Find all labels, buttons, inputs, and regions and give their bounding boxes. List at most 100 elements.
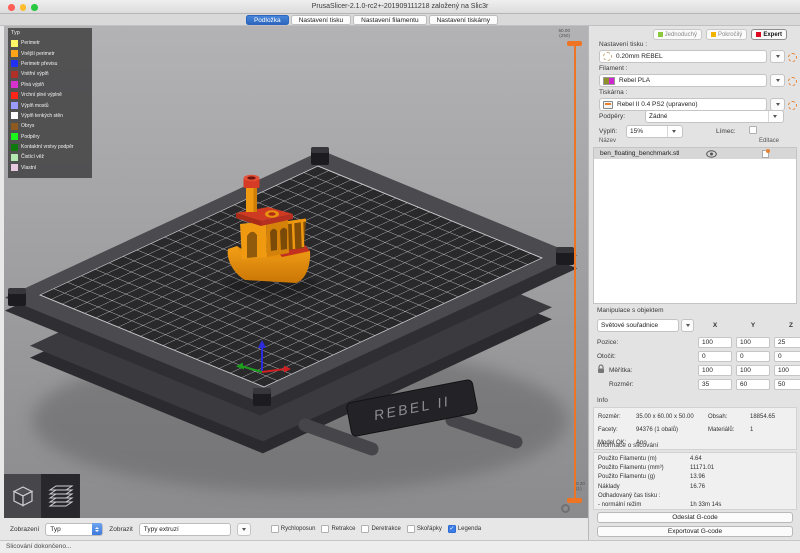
slider-settings-icon[interactable] [561,504,570,513]
layer-slider[interactable] [574,46,576,498]
axis-header-y: Y [736,322,770,329]
legend-item: Výplň tenkých stěn [11,111,92,121]
show-select-dropdown-button[interactable] [237,523,251,536]
edit-column-header: Editace [759,138,779,144]
chevron-down-icon [768,111,780,122]
show-select[interactable]: Typy extruzí [139,523,231,536]
object-list[interactable]: ben_floating_benchmark.stl [593,147,797,304]
print-settings-gear-icon[interactable] [788,53,797,62]
status-bar: Slicování dokončeno... [0,540,800,553]
tab-plater[interactable]: Podložka [246,15,289,25]
printer-gear-icon[interactable] [788,101,797,110]
scale-label: Měřítka: [609,367,632,374]
mode-switcher: Jednoduchý Pokročilý Expert [653,29,787,40]
mode-advanced-button[interactable]: Pokročilý [706,29,747,40]
object-name: ben_floating_benchmark.stl [594,150,680,157]
rotate-x-input[interactable] [698,351,732,362]
filament-select[interactable]: Rebel PLA [599,74,767,87]
mode-expert-button[interactable]: Expert [751,29,787,40]
legend-item-label: Vnější perimetr [21,51,55,57]
filament-gear-icon[interactable] [788,77,797,86]
coordinates-dropdown-button[interactable] [681,319,694,332]
legend-item: Výplň mostů [11,100,92,110]
legend-checkbox[interactable] [448,525,456,533]
position-x-input[interactable] [698,337,732,348]
deretractions-checkbox[interactable] [361,525,369,533]
lock-icon[interactable] [597,364,605,374]
3d-viewport[interactable]: REBEL II [4,26,588,518]
legend-color-swatch [11,71,18,78]
slicing-row: Použito Filamentu (mm³)11171.01 [598,463,796,472]
legend-color-swatch [11,92,18,99]
scale-y-input[interactable] [736,365,770,376]
retractions-checkbox-group: Retrakce [321,525,355,533]
position-label: Pozice: [597,339,618,346]
deretractions-checkbox-group: Deretrakce [361,525,400,533]
bed-corner-clamp [253,388,271,406]
eye-icon[interactable] [706,150,717,158]
view-select[interactable]: Typ [45,523,103,536]
legend-item: Čistící věž [11,152,92,162]
infill-select[interactable]: 15% [626,125,683,138]
bed-corner-clamp [8,288,26,306]
object-list-row[interactable]: ben_floating_benchmark.stl [594,148,796,159]
layer-slider-max-label: 50.00(250) [532,28,570,39]
sidebar: Jednoduchý Pokročilý Expert Nastavení ti… [588,26,800,540]
scale-z-input[interactable] [774,365,800,376]
minimize-window-icon[interactable] [20,4,27,11]
view-mode-bar [4,474,80,518]
mode-advanced-icon [711,32,716,37]
legend-item-label: Perimetr [21,40,40,46]
tab-filament-settings[interactable]: Nastavení filamentu [353,15,426,25]
print-settings-dropdown-button[interactable] [770,50,785,63]
info-row: Rozměr:35.00 x 60.00 x 50.00 Obsah:18854… [598,410,796,423]
size-x-input[interactable] [698,379,732,390]
scale-x-input[interactable] [698,365,732,376]
layers-icon [48,484,74,508]
titlebar[interactable]: PrusaSlicer-2.1.0-rc2+-201909111218 zalo… [0,0,800,14]
position-z-input[interactable] [774,337,800,348]
filament-value: Rebel PLA [619,77,650,84]
export-gcode-button[interactable]: Exportovat G-code [597,526,793,537]
zoom-window-icon[interactable] [31,4,38,11]
position-y-input[interactable] [736,337,770,348]
retractions-checkbox[interactable] [321,525,329,533]
filament-dropdown-button[interactable] [770,74,785,87]
chevron-down-icon [686,324,690,327]
send-gcode-button[interactable]: Odeslat G-code [597,512,793,523]
tab-print-settings[interactable]: Nastavení tisku [291,15,351,25]
layer-slider-bottom-handle[interactable] [567,498,582,503]
mode-simple-button[interactable]: Jednoduchý [653,29,702,40]
legend-color-swatch [11,40,18,47]
size-z-input[interactable] [774,379,800,390]
supports-value: Žádné [649,113,667,120]
infill-value: 15% [630,128,643,135]
brim-checkbox[interactable] [749,126,757,134]
preview-layers-button[interactable] [42,474,80,518]
supports-select[interactable]: Žádné [645,110,784,123]
3d-view-button[interactable] [4,474,42,518]
window-controls [8,4,38,11]
chevron-down-icon [776,55,780,58]
legend-item-label: Vnitřní výplň [21,71,49,77]
manipulation-title: Manipulace s objektem [597,307,663,314]
close-window-icon[interactable] [8,4,15,11]
bed-corner-clamp [556,247,574,265]
info-title: Info [597,397,608,404]
rotate-y-input[interactable] [736,351,770,362]
tab-printer-settings[interactable]: Nastavení tiskárny [429,15,498,25]
coordinates-select[interactable]: Světové souřadnice [597,319,679,332]
extrusion-type-legend: Typ Perimetr Vnější perimetr Perimetr př… [8,28,92,178]
travel-checkbox[interactable] [271,525,279,533]
main-tabbar: Podložka Nastavení tisku Nastavení filam… [0,14,800,26]
edit-object-icon[interactable] [762,150,769,158]
shells-checkbox[interactable] [407,525,415,533]
legend-item-label: Výplň tenkých stěn [21,113,63,119]
print-settings-select[interactable]: 0.20mm REBEL [599,50,767,63]
rotate-z-input[interactable] [774,351,800,362]
chevron-down-icon [776,79,780,82]
printer-icon [603,101,613,109]
slicing-info-box: Použito Filamentu (m)4.64 Použito Filame… [593,452,797,510]
size-y-input[interactable] [736,379,770,390]
slicing-info-title: Informace o slicování [597,442,658,449]
